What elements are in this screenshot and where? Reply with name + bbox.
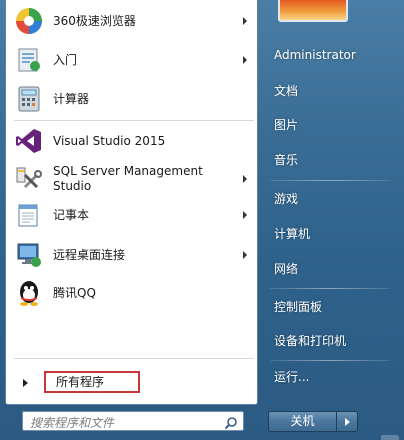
- remote-desktop-icon: [13, 239, 45, 271]
- program-label: SQL Server Management Studio: [53, 164, 203, 193]
- program-visual-studio[interactable]: Visual Studio 2015: [9, 124, 256, 158]
- program-label: 计算器: [53, 91, 90, 106]
- right-link-administrator[interactable]: Administrator: [274, 48, 356, 62]
- right-link-devices-printers[interactable]: 设备和打印机: [274, 332, 346, 349]
- program-qq[interactable]: 腾讯QQ: [9, 276, 256, 310]
- notepad-icon: [13, 199, 45, 231]
- calculator-icon: [13, 83, 45, 115]
- program-remote-desktop[interactable]: 远程桌面连接: [9, 236, 256, 274]
- submenu-arrow-icon[interactable]: [243, 211, 247, 219]
- right-link-games[interactable]: 游戏: [274, 190, 298, 207]
- chevron-right-icon: [345, 418, 350, 426]
- program-label: Visual Studio 2015: [53, 133, 166, 148]
- getting-started-icon: [13, 44, 45, 76]
- program-sql-server-management-studio[interactable]: SQL Server Management Studio: [9, 160, 256, 198]
- submenu-arrow-icon[interactable]: [243, 251, 247, 259]
- right-link-music[interactable]: 音乐: [274, 151, 298, 168]
- programs-panel: 360极速浏览器 入门 计算器 Visual Studio 2015 SQL S…: [5, 0, 258, 405]
- program-notepad[interactable]: 记事本: [9, 198, 256, 232]
- user-avatar[interactable]: [278, 0, 348, 22]
- right-link-network[interactable]: 网络: [274, 260, 298, 277]
- program-label: 腾讯QQ: [53, 285, 96, 300]
- submenu-arrow-icon[interactable]: [243, 175, 247, 183]
- right-link-run[interactable]: 运行...: [274, 368, 309, 385]
- sql-server-icon: [13, 163, 45, 195]
- submenu-arrow-icon[interactable]: [243, 17, 247, 25]
- separator: [14, 120, 254, 121]
- right-link-computer[interactable]: 计算机: [274, 225, 310, 242]
- separator: [14, 358, 254, 359]
- program-label: 远程桌面连接: [53, 247, 126, 262]
- search-box[interactable]: 搜索程序和文件: [22, 411, 244, 431]
- search-icon[interactable]: [224, 415, 238, 430]
- search-placeholder: 搜索程序和文件: [30, 416, 115, 430]
- submenu-arrow-icon[interactable]: [243, 56, 247, 64]
- expand-arrow-icon: [23, 379, 28, 387]
- visual-studio-icon: [13, 125, 45, 157]
- start-menu: 360极速浏览器 入门 计算器 Visual Studio 2015 SQL S…: [0, 0, 404, 440]
- program-label: 入门: [53, 52, 78, 67]
- shutdown-button[interactable]: 关机: [268, 411, 337, 432]
- shutdown-options-button[interactable]: [337, 411, 358, 432]
- 360-browser-icon: [13, 5, 45, 37]
- all-programs-label: 所有程序: [44, 371, 140, 393]
- right-link-control-panel[interactable]: 控制面板: [274, 298, 322, 315]
- program-calculator[interactable]: 计算器: [9, 82, 256, 116]
- program-getting-started[interactable]: 入门: [9, 42, 256, 78]
- right-separator: [270, 180, 390, 181]
- program-360-browser[interactable]: 360极速浏览器: [9, 4, 256, 38]
- watermark-logo: [380, 428, 400, 440]
- qq-icon: [13, 277, 45, 309]
- program-label: 360极速浏览器: [53, 13, 136, 28]
- right-separator: [270, 288, 390, 289]
- right-separator: [270, 360, 390, 361]
- right-link-documents[interactable]: 文档: [274, 82, 298, 99]
- program-label: 记事本: [53, 207, 90, 222]
- all-programs-button[interactable]: 所有程序: [9, 366, 256, 396]
- right-link-pictures[interactable]: 图片: [274, 116, 298, 133]
